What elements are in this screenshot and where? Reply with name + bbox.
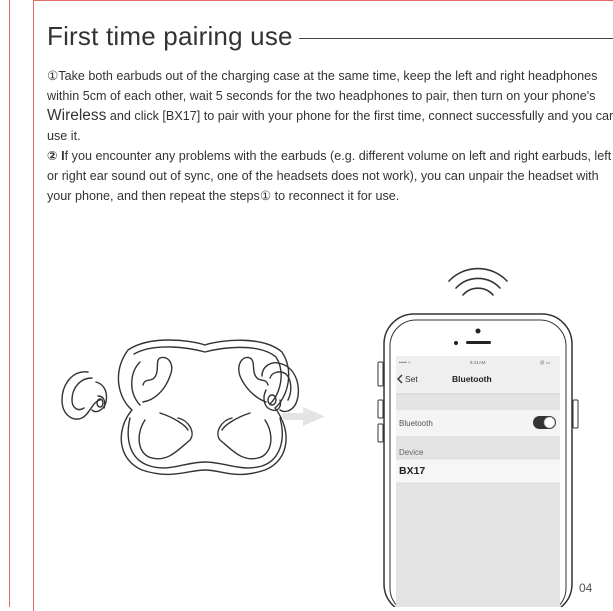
toggle-switch-icon[interactable] (533, 416, 556, 429)
bluetooth-row-label: Bluetooth (399, 419, 433, 428)
status-battery: @ ▭ (540, 360, 550, 365)
screen-header-title: Bluetooth (452, 374, 492, 384)
status-time: 9:41AM (470, 360, 486, 365)
arrow-right-icon (282, 407, 325, 426)
phone: ••••• ≈ 9:41AM @ ▭ Set Bluetooth Bluetoo… (377, 313, 579, 607)
wireless-signal-icon (448, 267, 508, 296)
back-label[interactable]: Set (405, 374, 418, 384)
earpiece-speaker (466, 341, 491, 344)
earbuds-charging-case (117, 339, 290, 476)
front-camera (475, 328, 481, 334)
left-earbud (61, 371, 108, 420)
illustration: ••••• ≈ 9:41AM @ ▭ Set Bluetooth Bluetoo… (61, 267, 579, 607)
page-number: 04 (579, 581, 593, 595)
device-name[interactable]: BX17 (399, 465, 425, 477)
status-carrier: ••••• ≈ (399, 360, 411, 365)
device-section-label: Device (399, 448, 424, 457)
